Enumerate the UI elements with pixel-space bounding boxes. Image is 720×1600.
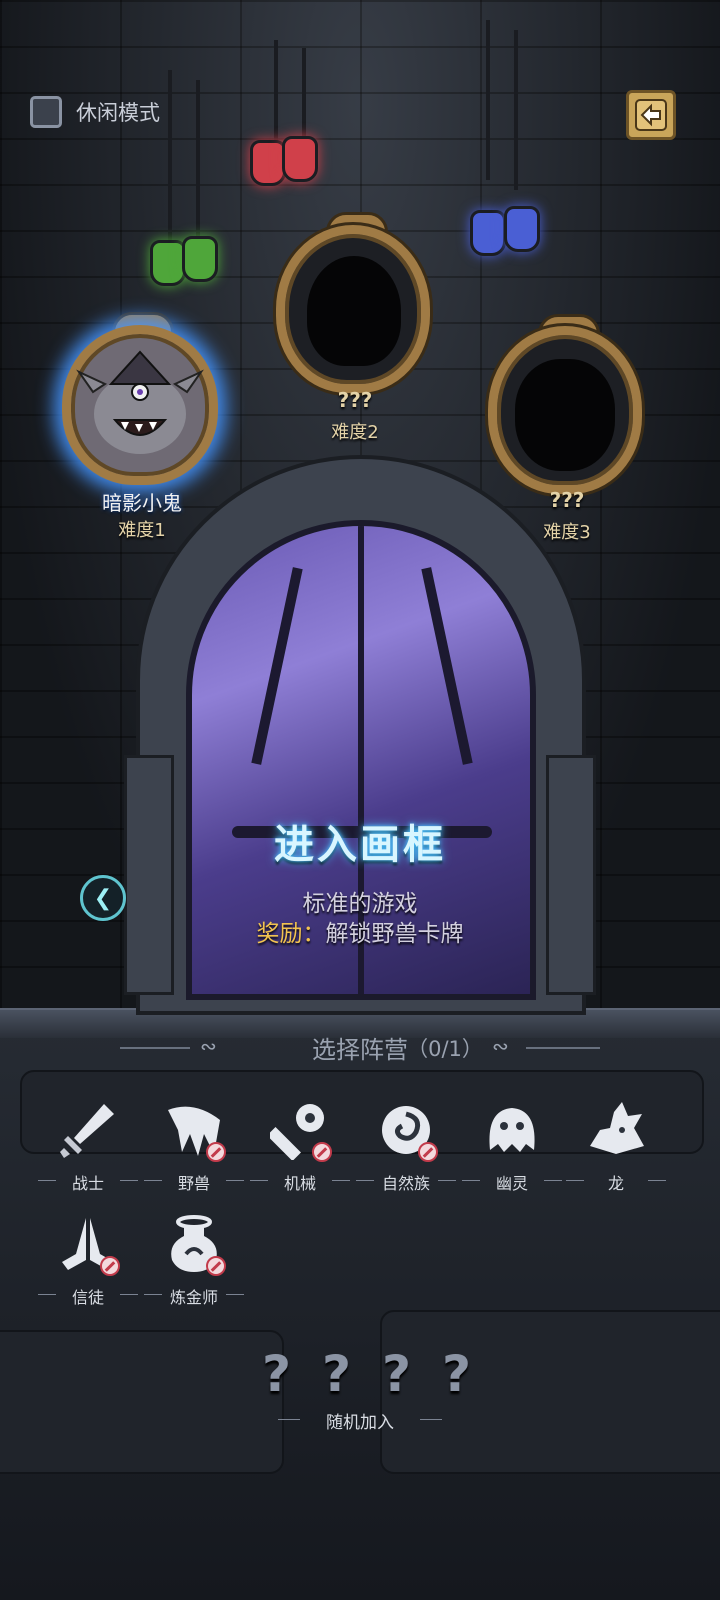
rope xyxy=(302,48,306,140)
locked-badge-icon xyxy=(206,1256,226,1276)
shadow-imp-portrait xyxy=(76,350,204,454)
faction-label: 机械 xyxy=(250,1170,350,1194)
character-portrait-frame[interactable] xyxy=(62,325,218,485)
locked-badge-icon xyxy=(206,1142,226,1162)
faction-beast[interactable]: 野兽 xyxy=(144,1100,244,1200)
faction-label: 自然族 xyxy=(356,1170,456,1194)
character-name-unknown: ??? xyxy=(337,388,373,412)
casual-mode-checkbox[interactable] xyxy=(30,96,62,128)
faction-select-count: （0/1） xyxy=(407,1037,483,1061)
mode-description: 标准的游戏 xyxy=(302,891,418,917)
enter-frame-title[interactable]: 进入画框 xyxy=(160,812,560,870)
locked-badge-icon xyxy=(100,1256,120,1276)
random-question-mark: ? xyxy=(322,1345,352,1403)
green-potion-icon xyxy=(150,240,186,286)
character-portrait-frame[interactable] xyxy=(488,326,642,494)
random-join-button[interactable]: 随机加入 xyxy=(260,1408,460,1433)
random-question-mark: ? xyxy=(262,1345,292,1403)
rope xyxy=(196,80,200,240)
faction-label: 战士 xyxy=(38,1170,138,1194)
back-button[interactable] xyxy=(626,90,676,140)
faction-label: 幽灵 xyxy=(462,1170,562,1194)
faction-mechanical[interactable]: 机械 xyxy=(250,1100,350,1200)
chevron-left-icon: ❮ xyxy=(93,885,113,911)
casual-mode-label: 休闲模式 xyxy=(76,101,160,125)
faction-dragon[interactable]: 龙 xyxy=(566,1100,666,1200)
previous-arrow-button[interactable]: ❮ xyxy=(80,875,126,921)
faction-label: 龙 xyxy=(566,1170,666,1194)
faction-warrior[interactable]: 战士 xyxy=(38,1100,138,1200)
rope xyxy=(486,20,490,180)
reward-prefix: 奖励： xyxy=(256,921,326,947)
swirl-ornament-icon: ∾ xyxy=(492,1034,509,1058)
swirl-ornament-icon: ∾ xyxy=(200,1034,217,1058)
faction-ghost[interactable]: 幽灵 xyxy=(462,1100,562,1200)
locked-badge-icon xyxy=(418,1142,438,1162)
ghost-icon xyxy=(482,1100,542,1160)
red-potion-icon xyxy=(250,140,286,186)
faction-nature[interactable]: 自然族 xyxy=(356,1100,456,1200)
divider-line xyxy=(120,1047,190,1049)
door-ornament xyxy=(251,567,303,765)
floor-stone xyxy=(380,1310,720,1474)
faction-label: 野兽 xyxy=(144,1170,244,1194)
locked-character-silhouette xyxy=(515,359,615,471)
dragon-icon xyxy=(586,1100,646,1160)
random-question-mark: ? xyxy=(382,1345,412,1403)
divider-line xyxy=(420,1419,442,1420)
divider-line xyxy=(526,1047,600,1049)
reward-text: 解锁野兽卡牌 xyxy=(325,921,464,947)
red-potion-icon xyxy=(282,136,318,182)
blue-potion-icon xyxy=(504,206,540,252)
rope xyxy=(274,40,278,140)
casual-mode-toggle[interactable]: 休闲模式 xyxy=(30,96,160,128)
floor-stone xyxy=(0,1330,284,1474)
faction-believer[interactable]: 信徒 xyxy=(38,1214,138,1314)
locked-character-silhouette xyxy=(307,256,401,366)
character-portrait-frame[interactable] xyxy=(276,225,430,393)
reward-line: 奖励：解锁野兽卡牌 xyxy=(120,914,600,948)
hourglass-pillar-left xyxy=(124,755,174,995)
blue-potion-icon xyxy=(470,210,506,256)
character-name: 暗影小鬼 xyxy=(102,491,182,515)
rope xyxy=(514,30,518,190)
hourglass-pillar-right xyxy=(546,755,596,995)
locked-badge-icon xyxy=(312,1142,332,1162)
difficulty-label: 难度2 xyxy=(331,422,379,443)
sword-icon xyxy=(58,1100,118,1160)
character-name-unknown: ??? xyxy=(549,488,585,512)
rope xyxy=(168,70,172,240)
back-arrow-icon xyxy=(635,99,667,131)
random-question-mark: ? xyxy=(442,1345,472,1403)
door-ornament xyxy=(421,567,473,765)
faction-label: 炼金师 xyxy=(144,1284,244,1308)
faction-label: 信徒 xyxy=(38,1284,138,1308)
green-potion-icon xyxy=(182,236,218,282)
faction-alchemist[interactable]: 炼金师 xyxy=(144,1214,244,1314)
